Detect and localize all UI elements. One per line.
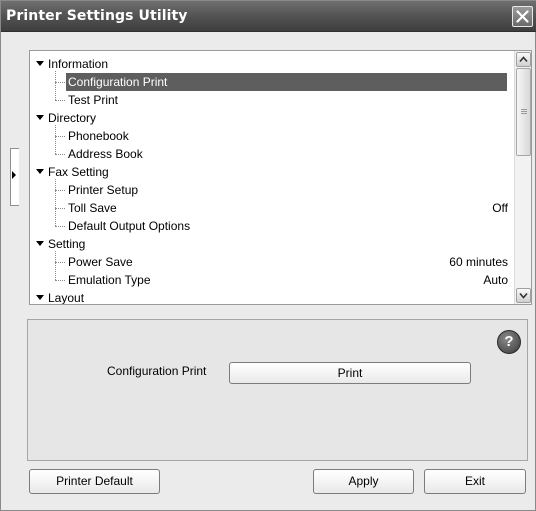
tree-item[interactable]: Test Print [30,91,514,109]
expanded-caret-icon[interactable] [36,61,44,66]
tree-connector [55,71,56,100]
expand-arrow-icon [12,171,16,179]
tree-category-label: Fax Setting [48,165,109,179]
tree-connector [55,280,65,281]
panel-collapse-handle[interactable] [10,148,19,206]
tree-item-label: Configuration Print [68,75,168,89]
chevron-down-icon [519,292,528,299]
tree-item-label: Power Save [68,255,133,269]
tree-item-label: Address Book [68,147,143,161]
close-button[interactable] [512,6,533,27]
tree-item[interactable]: Toll Save Off [30,199,514,217]
tree-scrollbar[interactable] [514,51,531,304]
tree-connector [55,136,65,137]
chevron-up-icon [519,56,528,63]
tree-item-label: Test Print [68,93,119,107]
window-title: Printer Settings Utility [6,8,188,24]
tree-category[interactable]: Information [30,55,514,73]
tree-category-label: Setting [48,237,86,251]
expanded-caret-icon[interactable] [36,169,44,174]
tree-connector [55,82,65,83]
tree-item-label: Phonebook [68,129,129,143]
tree-item-value: Auto [483,273,508,287]
tree-connector [55,208,65,209]
tree-item-label: Default Output Options [68,219,191,233]
tree-category[interactable]: Layout [30,289,514,305]
scroll-grip-icon [521,109,527,110]
tree-category[interactable]: Setting [30,235,514,253]
tree-item[interactable]: Address Book [30,145,514,163]
scroll-thumb[interactable] [516,68,531,156]
tree-item-value: 60 minutes [449,255,508,269]
expanded-caret-icon[interactable] [36,241,44,246]
expanded-caret-icon[interactable] [36,295,44,300]
tree-item[interactable]: Emulation Type Auto [30,271,514,289]
close-icon [516,10,529,23]
tree-item[interactable]: Printer Setup [30,181,514,199]
scroll-up-button[interactable] [516,52,531,67]
tree-connector [55,154,65,155]
tree-connector [55,251,56,280]
tree-connector [55,125,56,154]
configuration-print-label: Configuration Print [107,364,207,378]
tree-connector [55,100,65,101]
apply-button[interactable]: Apply [313,469,414,494]
tree-category[interactable]: Directory [30,109,514,127]
tree-category-label: Layout [48,291,85,305]
print-button[interactable]: Print [229,362,471,384]
tree-item[interactable]: Default Output Options [30,217,514,235]
tree-connector [55,262,65,263]
title-bar[interactable]: Printer Settings Utility [1,1,536,32]
tree-item-selected[interactable]: Configuration Print [30,73,514,91]
tree-connector [55,190,65,191]
detail-panel: ? Configuration Print Print [27,319,528,461]
tree-item-value: Off [492,201,508,215]
tree-category-label: Information [48,57,109,71]
expanded-caret-icon[interactable] [36,115,44,120]
printer-default-button[interactable]: Printer Default [29,469,160,494]
tree-item-label: Printer Setup [68,183,139,197]
printer-settings-window: Printer Settings Utility Information Conf… [0,0,536,511]
tree-connector [55,226,65,227]
exit-button[interactable]: Exit [424,469,526,494]
tree-item[interactable]: Power Save 60 minutes [30,253,514,271]
tree-item-label: Emulation Type [68,273,151,287]
tree-item-label: Toll Save [68,201,117,215]
tree-item[interactable]: Phonebook [30,127,514,145]
tree-category[interactable]: Fax Setting [30,163,514,181]
help-icon[interactable]: ? [497,330,521,354]
tree-connector [55,179,56,226]
scroll-down-button[interactable] [516,288,531,303]
settings-tree[interactable]: Information Configuration Print Test Print… [29,50,532,305]
